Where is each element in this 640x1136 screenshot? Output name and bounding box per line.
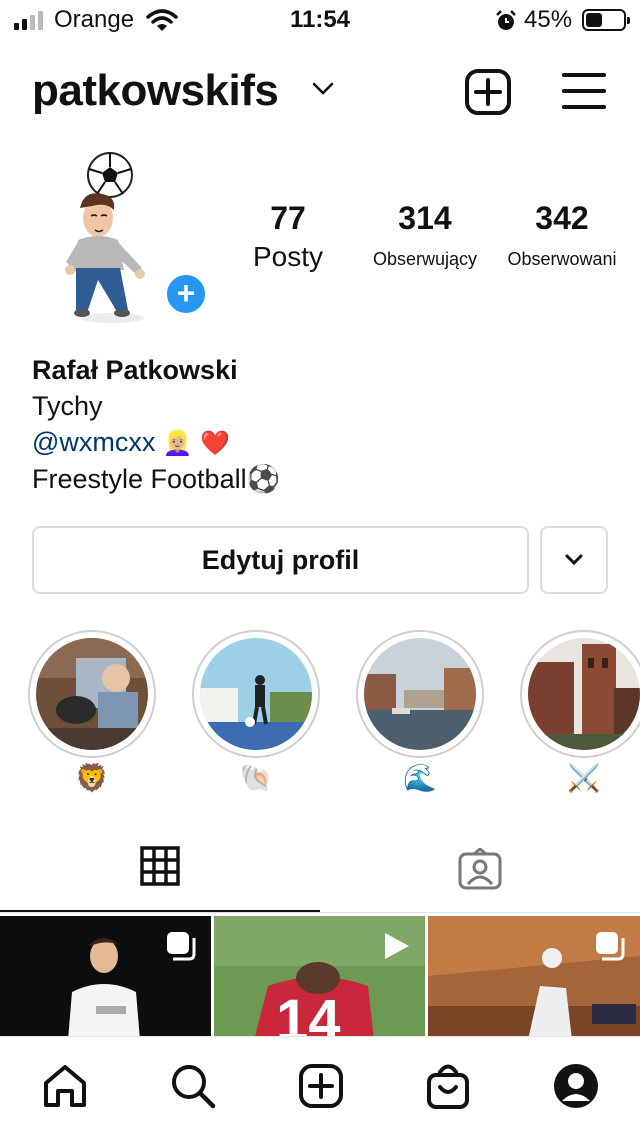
highlight-title: ⚔️ [567,763,601,794]
followers-label: Obserwujący [372,249,478,269]
edit-profile-button[interactable]: Edytuj profil [32,526,529,594]
posts-label: Posty [252,241,324,272]
post-thumbnail[interactable] [428,916,640,1040]
followers-stat[interactable]: 314 Obserwujący [360,200,490,270]
tagged-icon[interactable] [458,848,502,890]
mention-emoji: 👱🏼‍♀️ ❤️ [162,429,231,457]
chevron-down-icon [565,554,583,566]
highlight-item[interactable]: 🦁 [28,630,156,794]
posts-count: 77 [270,200,306,236]
tab-divider [0,912,640,913]
following-count: 342 [535,200,589,236]
avatar[interactable] [32,150,182,325]
post-thumbnail[interactable]: 14 [214,916,425,1040]
carousel-icon [596,932,625,961]
shop-icon[interactable] [426,1063,470,1109]
following-label: Obserwowani [507,249,617,269]
posts-stat[interactable]: 77 Posty [240,200,336,273]
bio-description: Freestyle Football⚽ [32,464,281,494]
new-post-icon[interactable] [464,68,512,116]
bio-mention-line: @wxmcxx 👱🏼‍♀️ ❤️ [32,424,280,461]
highlight-cover [192,630,320,758]
highlight-cover [28,630,156,758]
highlight-cover [520,630,640,758]
highlight-title: 🦁 [75,763,109,794]
full-name: Rafał Patkowski [32,355,238,385]
highlight-cover [356,630,484,758]
highlight-item[interactable]: 🐚 [192,630,320,794]
highlight-item[interactable]: 🌊 [356,630,484,794]
add-icon[interactable] [298,1063,344,1109]
add-story-button[interactable]: + [164,272,208,316]
followers-count: 314 [398,200,452,236]
video-icon [385,933,409,959]
menu-icon[interactable] [562,72,606,110]
status-bar: Orange 11:54 45% [0,0,640,42]
chevron-down-icon[interactable] [312,82,334,96]
bio: Rafał Patkowski Tychy @wxmcxx 👱🏼‍♀️ ❤️ F… [32,352,280,497]
profile-header: patkowskifs [0,56,640,126]
highlight-item[interactable]: ⚔️ [520,630,640,794]
mention-link[interactable]: @wxmcxx [32,427,155,457]
battery-icon [582,9,630,31]
following-stat[interactable]: 342 Obserwowani [497,200,627,270]
battery-percent: 45% [524,6,573,33]
grid-icon[interactable] [140,846,180,886]
carousel-icon [167,932,196,961]
svg-text:14: 14 [276,988,341,1040]
post-thumbnail[interactable] [0,916,211,1040]
username-title[interactable]: patkowskifs [32,66,279,116]
search-icon[interactable] [170,1063,216,1109]
bottom-nav [0,1036,640,1136]
highlight-title: 🌊 [403,763,437,794]
bio-city: Tychy [32,391,103,421]
home-icon[interactable] [42,1063,88,1109]
profile-icon[interactable] [553,1063,599,1109]
highlight-title: 🐚 [239,763,273,794]
suggestions-dropdown-button[interactable] [540,526,608,594]
alarm-icon [496,10,516,30]
